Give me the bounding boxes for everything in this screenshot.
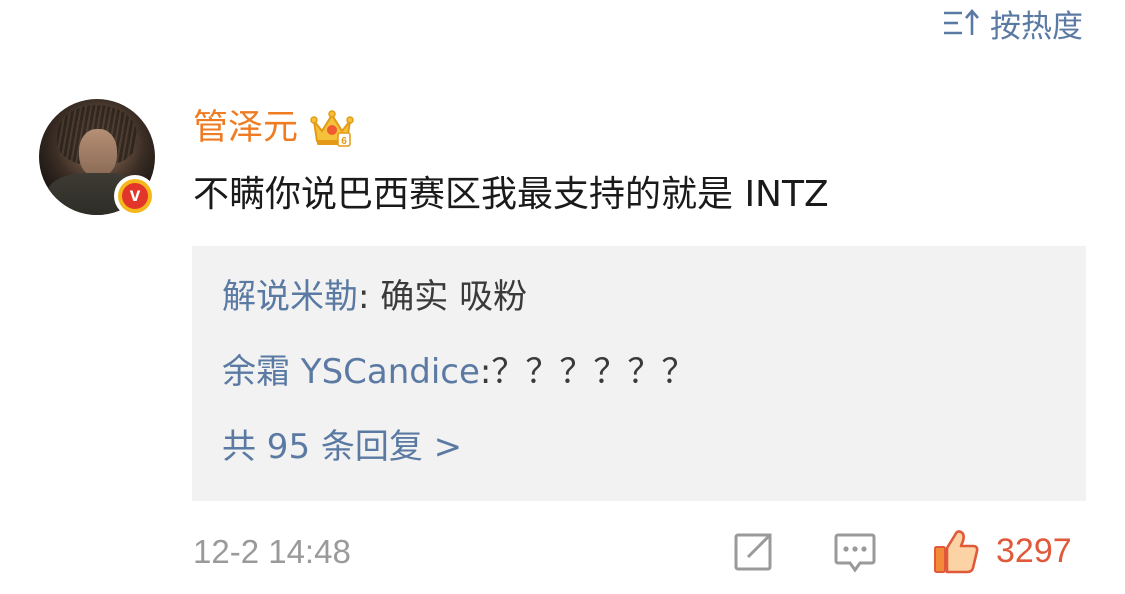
avatar-face	[79, 129, 117, 177]
sort-icon	[942, 8, 980, 38]
like-thumb-icon	[932, 527, 980, 575]
vip-crown-icon: 6	[310, 107, 354, 149]
verified-badge-ring: v	[118, 179, 152, 213]
verified-badge-icon: v	[114, 175, 156, 217]
reply-item[interactable]: 余霜 YSCandice:？？？？？？	[222, 349, 695, 395]
reply-text: :？？？？？？	[479, 352, 696, 392]
reply-author[interactable]: 余霜 YSCandice	[222, 352, 480, 392]
comment-button[interactable]	[833, 531, 877, 575]
username[interactable]: 管泽元	[193, 106, 298, 150]
verified-v-icon: v	[122, 183, 148, 209]
share-icon	[734, 533, 772, 571]
comment-icon	[834, 533, 876, 573]
sort-by-hot-button[interactable]: 按热度	[942, 4, 1083, 45]
share-button[interactable]	[732, 531, 774, 573]
sort-label: 按热度	[990, 8, 1083, 45]
comment-text: 不瞒你说巴西赛区我最支持的就是 INTZ	[193, 174, 829, 215]
reply-text: : 确实 吸粉	[358, 277, 528, 317]
like-count: 3297	[996, 532, 1072, 570]
reply-item[interactable]: 解说米勒: 确实 吸粉	[222, 274, 527, 320]
like-button[interactable]: 3297	[932, 526, 1072, 576]
reply-author[interactable]: 解说米勒	[222, 277, 358, 317]
replies-box[interactable]: 解说米勒: 确实 吸粉 余霜 YSCandice:？？？？？？ 共 95 条回复…	[192, 246, 1086, 501]
view-all-replies-link[interactable]: 共 95 条回复 >	[222, 424, 462, 470]
username-row: 管泽元 6	[193, 106, 354, 150]
svg-text:6: 6	[341, 136, 347, 147]
comment-timestamp: 12-2 14:48	[193, 533, 351, 570]
